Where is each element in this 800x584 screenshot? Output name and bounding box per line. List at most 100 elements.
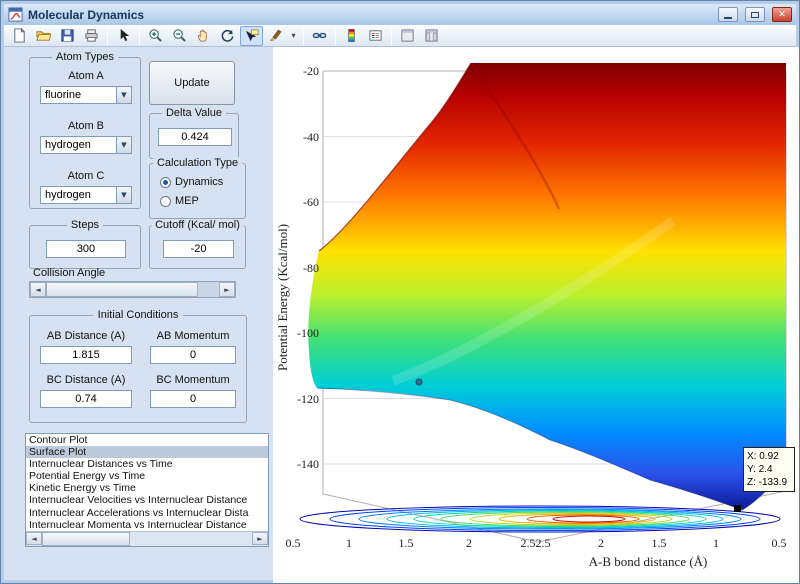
plot-type-option[interactable]: Internuclear Accelerations vs Internucle… (26, 507, 268, 519)
cutoff-field[interactable] (163, 240, 234, 258)
bc-momentum-field[interactable] (150, 390, 236, 408)
brush-button[interactable] (264, 26, 287, 46)
initial-conditions-groupbox: Initial Conditions AB Distance (A) AB Mo… (29, 315, 247, 423)
slider-right-arrow-icon[interactable]: ► (219, 282, 235, 297)
rotate-icon (220, 28, 235, 43)
steps-field[interactable] (46, 240, 126, 258)
cutoff-title: Cutoff (Kcal/ mol) (151, 219, 244, 231)
link-plot-button[interactable] (308, 26, 331, 46)
slider-thumb[interactable] (46, 282, 198, 297)
atom-c-value: hydrogen (41, 187, 116, 203)
edit-plot-button[interactable] (112, 26, 135, 46)
surface-plot[interactable] (293, 51, 793, 551)
z-axis-tick-label: -100 (277, 326, 319, 341)
window-title: Molecular Dynamics (28, 8, 711, 22)
plot-type-option[interactable]: Internuclear Velocities vs Internuclear … (26, 494, 268, 506)
data-cursor-button[interactable] (240, 26, 263, 46)
print-figure-button[interactable] (80, 26, 103, 46)
bc-distance-label: BC Distance (A) (36, 374, 136, 386)
atom-types-groupbox: Atom Types Atom A fluorine ▼ Atom B hydr… (29, 57, 141, 209)
delta-value-field[interactable] (158, 128, 232, 146)
z-axis-tick-label: -20 (277, 64, 319, 79)
chevron-down-icon[interactable]: ▼ (116, 137, 131, 153)
atom-a-dropdown[interactable]: fluorine ▼ (40, 86, 132, 104)
plottools-on-icon (424, 28, 439, 43)
ab-momentum-field[interactable] (150, 346, 236, 364)
hscroll-right-arrow-icon[interactable]: ► (252, 532, 268, 545)
radio-dynamics[interactable]: Dynamics (160, 176, 223, 188)
pan-button[interactable] (192, 26, 215, 46)
plot-type-items: Contour PlotSurface PlotInternuclear Dis… (26, 434, 268, 531)
cutoff-groupbox: Cutoff (Kcal/ mol) (149, 225, 246, 269)
ab-distance-field[interactable] (40, 346, 132, 364)
rotate-3d-button[interactable] (216, 26, 239, 46)
hscroll-left-arrow-icon[interactable]: ◄ (26, 532, 42, 545)
atom-c-label: Atom C (30, 170, 142, 182)
new-doc-icon (12, 28, 27, 43)
arrow-icon (116, 28, 131, 43)
close-button[interactable]: ✕ (772, 7, 792, 22)
radio-mep[interactable]: MEP (160, 195, 199, 207)
x-axis-tick-label: 2.5 (536, 536, 551, 551)
titlebar[interactable]: Molecular Dynamics ✕ (4, 4, 796, 25)
hscroll-track[interactable] (130, 532, 252, 546)
zoom-out-button[interactable] (168, 26, 191, 46)
atom-types-title: Atom Types (52, 51, 118, 63)
update-button[interactable]: Update (149, 61, 235, 105)
minimize-button[interactable] (718, 7, 738, 22)
atom-c-dropdown[interactable]: hydrogen ▼ (40, 186, 132, 204)
maximize-icon (751, 12, 759, 18)
toolbar-separator (335, 27, 336, 45)
atom-b-dropdown[interactable]: hydrogen ▼ (40, 136, 132, 154)
bc-momentum-label: BC Momentum (146, 374, 240, 386)
collision-angle-slider[interactable]: ◄ ► (29, 281, 236, 298)
trajectory-point (416, 379, 422, 385)
z-axis-tick-label: -60 (277, 195, 319, 210)
save-figure-button[interactable] (56, 26, 79, 46)
show-plot-tools-button[interactable] (420, 26, 443, 46)
datatip-box[interactable]: X: 0.92 Y: 2.4 Z: -133.9 (743, 447, 795, 492)
listbox-hscrollbar[interactable]: ◄ ► (26, 531, 268, 546)
radio-dynamics-label: Dynamics (175, 176, 223, 188)
figure-axes: Potential Energy (Kcal/mol) A-B bond dis… (273, 47, 799, 584)
plot-type-option[interactable]: Internuclear Distances vs Time (26, 458, 268, 470)
bc-distance-field[interactable] (40, 390, 132, 408)
print-icon (84, 28, 99, 43)
slider-left-arrow-icon[interactable]: ◄ (30, 282, 46, 297)
toolbar-separator (107, 27, 108, 45)
potential-energy-surface[interactable] (308, 63, 786, 510)
datatip-y: Y: 2.4 (747, 463, 791, 476)
plot-type-option[interactable]: Contour Plot (26, 434, 268, 446)
chevron-down-icon[interactable]: ▼ (116, 87, 131, 103)
atom-b-value: hydrogen (41, 137, 116, 153)
chevron-down-icon: ▾ (291, 31, 295, 40)
plot-type-option[interactable]: Kinetic Energy vs Time (26, 482, 268, 494)
legend-icon (368, 28, 383, 43)
plot-type-option[interactable]: Potential Energy vs Time (26, 470, 268, 482)
radio-selected-icon[interactable] (160, 177, 171, 188)
brush-dropdown-button[interactable]: ▾ (288, 26, 299, 46)
open-file-button[interactable] (32, 26, 55, 46)
contour-projection (300, 506, 780, 532)
plot-type-option[interactable]: Surface Plot (26, 446, 268, 458)
insert-legend-button[interactable] (364, 26, 387, 46)
save-icon (60, 28, 75, 43)
plot-type-option[interactable]: Internuclear Momenta vs Internuclear Dis… (26, 519, 268, 531)
plot-type-listbox: Contour PlotSurface PlotInternuclear Dis… (25, 433, 269, 547)
x-axis-tick-label: 2 (598, 536, 604, 551)
zoom-in-button[interactable] (144, 26, 167, 46)
steps-groupbox: Steps (29, 225, 141, 269)
radio-unselected-icon[interactable] (160, 196, 171, 207)
datatip-marker[interactable] (734, 505, 741, 512)
chevron-down-icon[interactable]: ▼ (116, 187, 131, 203)
slider-track[interactable] (198, 282, 219, 297)
hide-plot-tools-button[interactable] (396, 26, 419, 46)
new-figure-button[interactable] (8, 26, 31, 46)
maximize-button[interactable] (745, 7, 765, 22)
x-axis-tick-label: 1 (713, 536, 719, 551)
open-folder-icon (36, 28, 51, 43)
delta-value-groupbox: Delta Value (149, 113, 239, 159)
hscroll-thumb[interactable] (42, 532, 130, 546)
calculation-type-groupbox: Calculation Type Dynamics MEP (149, 163, 246, 219)
insert-colorbar-button[interactable] (340, 26, 363, 46)
